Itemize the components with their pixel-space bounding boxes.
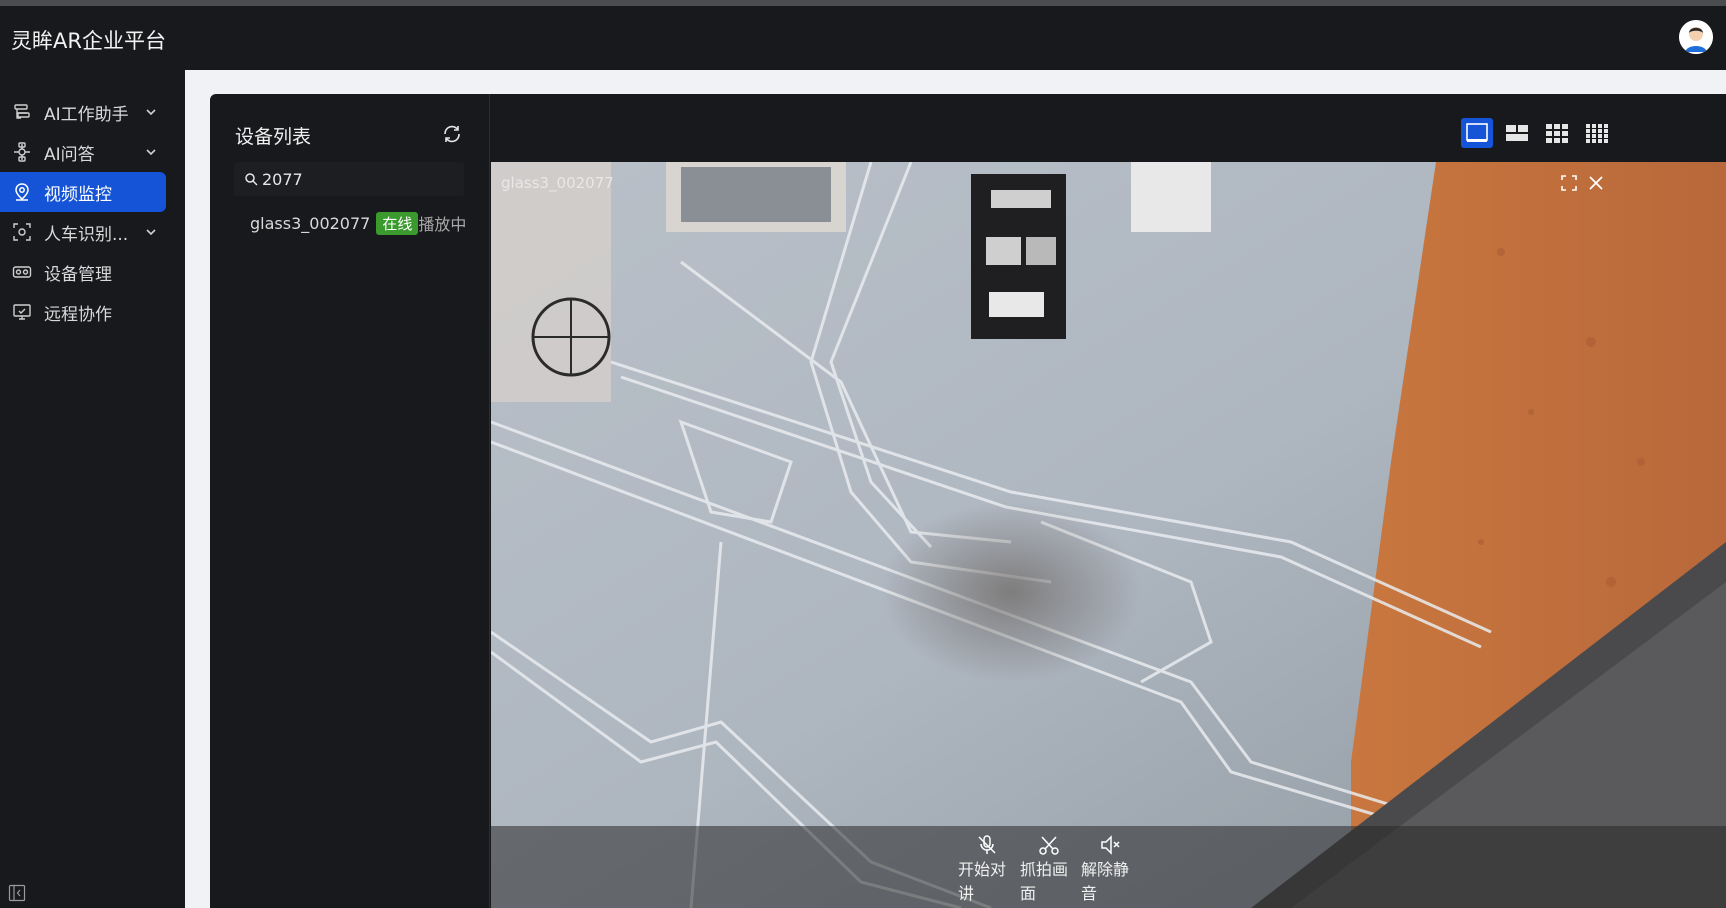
unmute-label: 解除静音: [1081, 860, 1130, 903]
chevron-down-icon: [144, 105, 158, 119]
layout-single-button[interactable]: [1461, 118, 1493, 148]
video-frame: [491, 162, 1726, 908]
video-player[interactable]: glass3_002077 开始对讲 抓拍画面 解除静音: [491, 162, 1726, 908]
monitor-panel: 设备列表 glass3_002077 在线 播放中: [210, 94, 1726, 908]
user-avatar[interactable]: [1679, 20, 1713, 54]
fullscreen-icon: [1561, 175, 1577, 191]
sidebar-item-label: AI工作助手: [44, 104, 129, 125]
location-pin-icon: [11, 181, 33, 203]
close-icon: [1589, 176, 1603, 190]
chevron-down-icon: [144, 145, 158, 159]
sidebar-item-ai-qa[interactable]: AI问答: [0, 132, 166, 172]
sidebar-item-label: AI问答: [44, 144, 95, 165]
sidebar-item-label: 视频监控: [44, 184, 112, 205]
fullscreen-button[interactable]: [1560, 174, 1578, 192]
video-controls-bar: 开始对讲 抓拍画面 解除静音: [491, 826, 1726, 908]
search-input[interactable]: [262, 169, 462, 189]
top-bar: 灵眸AR企业平台: [0, 0, 1726, 70]
device-list-panel: 设备列表 glass3_002077 在线 播放中: [210, 94, 490, 908]
main-content: 设备列表 glass3_002077 在线 播放中: [185, 70, 1726, 908]
sidebar-item-video-monitor[interactable]: 视频监控: [0, 172, 166, 212]
scan-icon: [11, 221, 33, 243]
sidebar-item-recognition[interactable]: 人车识别...: [0, 212, 166, 252]
ar-glasses-icon: [11, 261, 33, 283]
sidebar-item-label: 设备管理: [44, 264, 112, 285]
mic-off-icon: [978, 835, 996, 854]
layout-nine-icon: [1546, 124, 1568, 143]
start-talk-label: 开始对讲: [958, 860, 1007, 903]
online-badge: 在线: [376, 211, 419, 235]
layout-toolbar: [490, 94, 1726, 162]
ai-assistant-icon: [11, 101, 33, 123]
sidebar-item-device-management[interactable]: 设备管理: [0, 252, 166, 292]
video-device-title: glass3_002077: [501, 174, 614, 192]
layout-sixteen-button[interactable]: [1581, 118, 1613, 148]
speaker-muted-icon: [1101, 835, 1120, 855]
close-video-button[interactable]: [1587, 174, 1605, 192]
layout-nine-button[interactable]: [1541, 118, 1573, 148]
sidebar-item-remote-collab[interactable]: 远程协作: [0, 292, 166, 332]
ai-qa-icon: [11, 141, 33, 163]
scissors-icon: [1039, 836, 1059, 855]
sidebar: AI工作助手 AI问答 视频监控 人车识别... 设备管理 远程协作: [0, 70, 185, 908]
layout-sixteen-icon: [1586, 124, 1608, 143]
avatar-icon: [1679, 20, 1713, 54]
device-list-item[interactable]: glass3_002077 在线 播放中: [250, 210, 466, 236]
layout-three-button[interactable]: [1501, 118, 1533, 148]
snapshot-label: 抓拍画面: [1020, 860, 1069, 903]
collapse-sidebar-button[interactable]: [8, 884, 28, 904]
device-name: glass3_002077: [250, 213, 371, 233]
sidebar-item-label: 人车识别...: [44, 224, 129, 245]
chevron-down-icon: [144, 225, 158, 239]
layout-three-icon: [1506, 125, 1528, 141]
search-icon: [244, 172, 258, 186]
device-list-title: 设备列表: [235, 126, 312, 148]
playing-status: 播放中: [418, 215, 467, 234]
start-talk-button[interactable]: 开始对讲: [958, 834, 1014, 906]
sidebar-item-label: 远程协作: [44, 304, 112, 325]
layout-single-icon: [1466, 123, 1488, 142]
sidebar-item-ai-assistant[interactable]: AI工作助手: [0, 92, 166, 132]
device-search[interactable]: [234, 162, 464, 196]
snapshot-button[interactable]: 抓拍画面: [1020, 834, 1076, 906]
unmute-button[interactable]: 解除静音: [1081, 834, 1137, 906]
monitor-icon: [11, 301, 33, 323]
sidebar-collapse-icon: [8, 884, 26, 902]
refresh-icon[interactable]: [441, 123, 463, 145]
app-title: 灵眸AR企业平台: [11, 29, 166, 53]
